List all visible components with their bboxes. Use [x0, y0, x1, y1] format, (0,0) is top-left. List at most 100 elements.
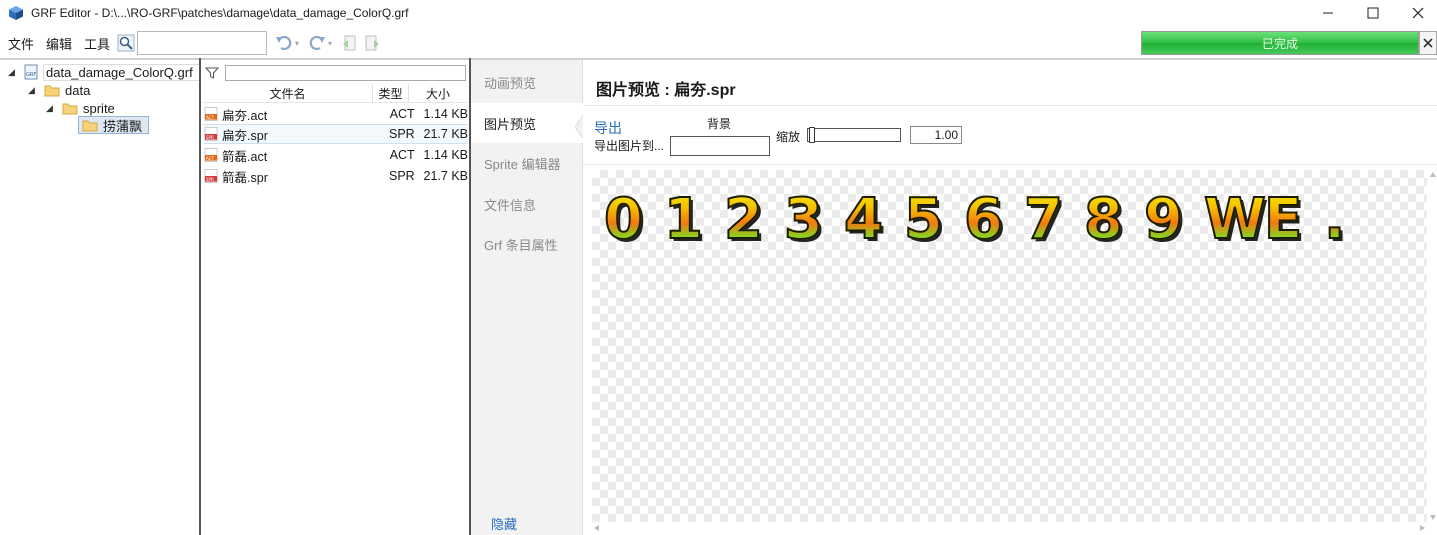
- file-row[interactable]: SPR 箭磊.spr SPR 21.7 KB: [203, 166, 468, 186]
- expander-icon[interactable]: ◢: [8, 67, 18, 78]
- tree-sprite-label: sprite: [83, 100, 115, 116]
- sprite-glyph: 0: [603, 187, 644, 253]
- background-label: 背景: [707, 117, 732, 131]
- svg-text:GRF: GRF: [26, 72, 36, 78]
- file-name: 扁夯.spr: [222, 128, 268, 143]
- menu-file[interactable]: 文件: [0, 34, 40, 53]
- progress-close-button[interactable]: [1419, 31, 1437, 55]
- title-bar: GRF Editor - D:\...\RO-GRF\patches\damag…: [0, 0, 1437, 26]
- act-file-icon: ACT: [204, 106, 218, 122]
- close-window-button[interactable]: [1395, 0, 1437, 26]
- export-file-button[interactable]: [363, 34, 381, 52]
- expander-icon[interactable]: ◢: [28, 85, 38, 96]
- sprite-canvas[interactable]: 00112233445566778899WWEE..: [592, 170, 1427, 522]
- sprite-glyph: 2: [723, 187, 764, 253]
- export-link[interactable]: 导出: [594, 118, 622, 138]
- export-to-label[interactable]: 导出图片到...: [594, 137, 664, 154]
- redo-icon: [309, 35, 326, 51]
- preview-tabs: 动画预览 图片预览 Sprite 编辑器 文件信息 Grf 条目属性 隐藏: [471, 60, 583, 535]
- sprite-glyph: 3: [783, 187, 824, 253]
- tab-image-preview[interactable]: 图片预览: [471, 103, 583, 143]
- maximize-button[interactable]: [1350, 0, 1396, 26]
- vertical-scrollbar[interactable]: [1429, 170, 1437, 522]
- file-row[interactable]: ACT 箭磊.act ACT 1.14 KB: [203, 145, 468, 165]
- progress-bar: 已完成: [1141, 31, 1419, 55]
- column-header-size[interactable]: 大小: [409, 84, 467, 102]
- menu-tools[interactable]: 工具: [78, 34, 116, 53]
- grf-file-icon: GRF: [24, 64, 38, 80]
- grf-tree-panel: ◢ GRF data_damage_ColorQ.grf ◢ data ◢ sp…: [0, 60, 200, 535]
- sprite-glyph: 1: [663, 187, 704, 253]
- tree-node-data[interactable]: ◢ data: [28, 81, 90, 99]
- svg-text:SPR: SPR: [206, 177, 214, 182]
- undo-dropdown-icon[interactable]: ▾: [295, 39, 302, 48]
- file-type: ACT: [389, 148, 415, 162]
- zoom-value-input[interactable]: 1.00: [910, 126, 962, 144]
- progress-label: 已完成: [1261, 36, 1298, 51]
- tab-file-info[interactable]: 文件信息: [471, 184, 583, 224]
- folder-icon: [44, 85, 60, 96]
- header-divider: [203, 102, 468, 103]
- sprite-glyph: 7: [1023, 187, 1064, 253]
- tab-grf-entry-properties[interactable]: Grf 条目属性: [471, 224, 583, 264]
- zoom-slider[interactable]: [807, 127, 901, 143]
- undo-button[interactable]: [275, 34, 293, 52]
- svg-text:ACT: ACT: [206, 156, 215, 161]
- divider: [583, 164, 1437, 165]
- menu-edit[interactable]: 编辑: [40, 34, 78, 53]
- redo-button[interactable]: [308, 34, 326, 52]
- file-name: 扁夯.act: [222, 108, 268, 123]
- tab-animation-preview[interactable]: 动画预览: [471, 62, 583, 102]
- sprite-glyph: E: [1263, 187, 1303, 253]
- sprite-glyph: 6: [963, 187, 1004, 253]
- spr-file-icon: SPR: [204, 168, 218, 184]
- tree-node-selected[interactable]: 捞蒲飘: [78, 116, 150, 134]
- file-add-icon: [343, 35, 356, 51]
- sprite-glyph: .: [1323, 187, 1346, 253]
- act-file-icon: ACT: [204, 147, 218, 163]
- zoom-label: 缩放: [776, 130, 801, 144]
- close-icon: [1423, 38, 1433, 48]
- tab-sprite-editor[interactable]: Sprite 编辑器: [471, 143, 583, 183]
- file-type: SPR: [388, 169, 415, 183]
- file-name: 箭磊.act: [222, 149, 268, 164]
- image-preview-panel: 图片预览 : 扁夯.spr 导出 导出图片到... 背景 缩放 1.00 001…: [583, 60, 1437, 535]
- background-color-picker[interactable]: [670, 136, 770, 156]
- close-icon: [1412, 7, 1424, 19]
- tree-node-sprite[interactable]: ◢ sprite: [46, 99, 115, 117]
- maximize-icon: [1367, 7, 1379, 19]
- filter-row: [205, 64, 467, 82]
- column-header-name[interactable]: 文件名: [203, 84, 373, 102]
- hide-link[interactable]: 隐藏: [491, 514, 517, 533]
- filter-input[interactable]: [225, 65, 466, 81]
- file-size: 21.7 KB: [423, 169, 468, 183]
- redo-dropdown-icon[interactable]: ▾: [328, 39, 335, 48]
- tree-node-root[interactable]: ◢ GRF data_damage_ColorQ.grf: [8, 63, 200, 81]
- svg-text:SPR: SPR: [206, 135, 214, 140]
- sprite-glyph: 9: [1143, 187, 1184, 253]
- zoom-slider-thumb[interactable]: [809, 127, 815, 143]
- search-icon[interactable]: [117, 34, 135, 52]
- sprite-glyph: 5: [903, 187, 944, 253]
- tree-root-label: data_damage_ColorQ.grf: [43, 63, 200, 81]
- add-file-button[interactable]: [341, 34, 359, 52]
- expander-icon[interactable]: ◢: [46, 103, 56, 114]
- divider: [583, 105, 1437, 106]
- file-row-selected[interactable]: SPR 扁夯.spr SPR 21.7 KB: [203, 124, 468, 144]
- svg-text:ACT: ACT: [206, 115, 215, 120]
- minimize-icon: [1323, 12, 1333, 14]
- column-header-type[interactable]: 类型: [373, 84, 409, 102]
- spr-file-icon: SPR: [204, 126, 218, 142]
- search-input[interactable]: [137, 31, 268, 55]
- undo-icon: [276, 35, 292, 51]
- file-row[interactable]: ACT 扁夯.act ACT 1.14 KB: [203, 104, 468, 124]
- preview-title: 图片预览 : 扁夯.spr: [596, 82, 736, 99]
- filter-icon: [205, 67, 219, 79]
- minimize-button[interactable]: [1305, 0, 1351, 26]
- horizontal-scrollbar[interactable]: [592, 523, 1427, 533]
- file-name: 箭磊.spr: [222, 170, 268, 185]
- file-size: 21.7 KB: [423, 127, 468, 141]
- tab-image-preview-label: 图片预览: [484, 116, 537, 132]
- sprite-glyph: 4: [843, 187, 884, 253]
- window-title: GRF Editor - D:\...\RO-GRF\patches\damag…: [31, 6, 409, 20]
